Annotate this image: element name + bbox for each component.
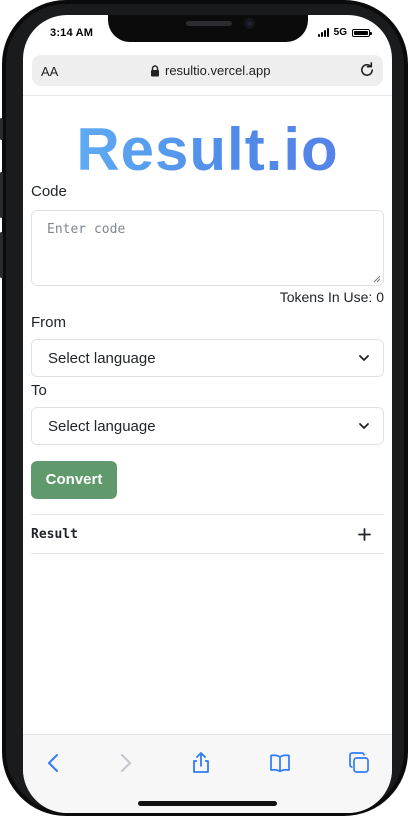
- tabs-icon[interactable]: [347, 751, 371, 775]
- status-indicators: 5G: [317, 27, 372, 38]
- volume-up-button: [0, 172, 3, 218]
- plus-icon[interactable]: [358, 528, 371, 541]
- resize-grip-icon[interactable]: [373, 275, 381, 283]
- tokens-in-use: Tokens In Use: 0: [279, 289, 384, 305]
- code-label: Code: [31, 183, 67, 200]
- convert-button[interactable]: Convert: [31, 461, 117, 499]
- share-icon[interactable]: [189, 751, 213, 775]
- volume-down-button: [0, 232, 3, 278]
- forward-icon[interactable]: [113, 751, 137, 775]
- address-bar-divider: [23, 95, 392, 96]
- front-camera: [244, 18, 255, 29]
- from-language-select[interactable]: Select language: [31, 339, 384, 377]
- code-input-box[interactable]: [31, 210, 384, 286]
- url-text: resultio.vercel.app: [165, 63, 271, 78]
- result-bottom-divider: [31, 553, 384, 554]
- mute-switch: [0, 118, 3, 140]
- to-label: To: [31, 382, 47, 399]
- result-top-divider: [31, 514, 384, 515]
- notch: [108, 15, 308, 42]
- battery-icon: [352, 28, 372, 37]
- reader-text-size-button[interactable]: AA: [41, 64, 58, 79]
- status-time: 3:14 AM: [50, 27, 94, 39]
- reload-icon[interactable]: [358, 61, 376, 79]
- to-select-value: Select language: [48, 418, 156, 435]
- network-label: 5G: [333, 27, 347, 38]
- speaker-grille: [186, 21, 232, 26]
- to-language-select[interactable]: Select language: [31, 407, 384, 445]
- phone-frame: 3:14 AM 5G AA resultio.vercel.app Result…: [0, 0, 410, 816]
- result-accordion-header[interactable]: Result: [31, 527, 78, 542]
- signal-icon: [317, 28, 329, 37]
- screen: 3:14 AM 5G AA resultio.vercel.app Result…: [23, 15, 392, 813]
- chevron-down-icon: [359, 423, 369, 429]
- chevron-down-icon: [359, 355, 369, 361]
- from-select-value: Select language: [48, 350, 156, 367]
- app-logo: Result.io: [31, 111, 384, 189]
- code-input[interactable]: [32, 211, 383, 285]
- from-label: From: [31, 314, 66, 331]
- lock-icon: [151, 64, 159, 76]
- home-indicator[interactable]: [138, 801, 277, 806]
- url-display[interactable]: resultio.vercel.app: [150, 63, 271, 78]
- bookmarks-icon[interactable]: [268, 751, 292, 775]
- back-icon[interactable]: [42, 751, 66, 775]
- address-bar[interactable]: AA resultio.vercel.app: [32, 55, 383, 86]
